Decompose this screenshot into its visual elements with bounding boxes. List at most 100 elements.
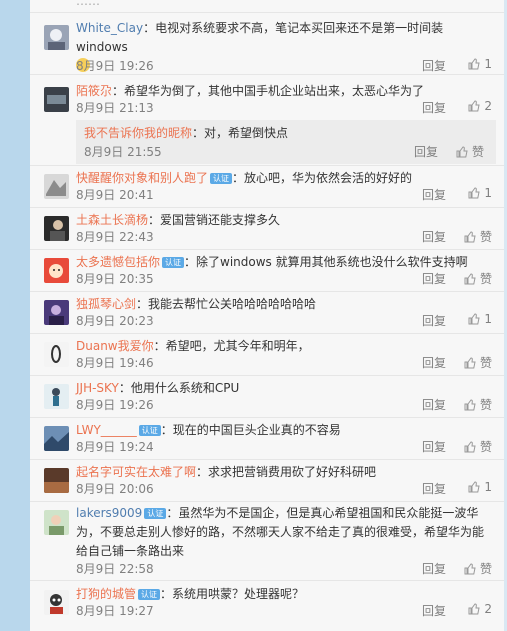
verified-badge: 认证: [138, 589, 161, 600]
comment-item: lakers9009 认证 ：虽然华为不是国企，但是真心希望祖国和民众能挺一波华为，…: [30, 501, 504, 581]
comment-text: ：希望华为倒了，其他中国手机企业站出来，太恶心华为了: [112, 84, 425, 98]
thumb-up-icon: [456, 146, 468, 158]
comment-meta: 8月9日 19:27 回复 2: [76, 602, 492, 620]
like-button[interactable]: 1: [456, 480, 492, 494]
comment-item: 独孤琴心剑：我能去帮忙公关哈哈哈哈哈哈哈 8月9日 20:23 回复 1: [30, 291, 504, 334]
like-button[interactable]: 1: [456, 57, 492, 71]
comment-meta: 8月9日 19:46 回复 赞: [76, 354, 492, 372]
reply-button[interactable]: 回复: [422, 396, 446, 413]
thumb-up-icon: [464, 357, 476, 369]
avatar[interactable]: [44, 468, 69, 493]
username[interactable]: Duanw我爱你: [76, 339, 154, 353]
like-button[interactable]: 赞: [456, 438, 492, 455]
username[interactable]: 起名字可实在太难了啊: [76, 465, 196, 479]
avatar[interactable]: [44, 510, 69, 535]
avatar[interactable]: [44, 216, 69, 241]
avatar[interactable]: [44, 342, 69, 367]
reply-button[interactable]: 回复: [422, 270, 446, 287]
comment-text: ：对，希望倒快点: [192, 126, 289, 140]
username[interactable]: 太多遗憾包括你: [76, 255, 160, 269]
timestamp: 8月9日 20:06: [76, 482, 154, 496]
comment-text: ：希望吧，尤其今年和明年，: [153, 339, 310, 353]
thumb-up-icon: [468, 481, 480, 493]
like-button[interactable]: 1: [456, 312, 492, 326]
like-button[interactable]: 赞: [456, 354, 492, 371]
like-button[interactable]: 赞: [448, 143, 484, 160]
username[interactable]: lakers9009: [76, 506, 142, 520]
prev-meta: ……: [76, 0, 100, 8]
like-button[interactable]: 赞: [456, 396, 492, 413]
username[interactable]: JJH-SKY: [76, 381, 119, 395]
reply-button[interactable]: 回复: [414, 143, 438, 160]
timestamp: 8月9日 20:41: [76, 188, 154, 202]
verified-badge: 认证: [210, 173, 233, 184]
reply-button[interactable]: 回复: [422, 354, 446, 371]
avatar[interactable]: [44, 426, 69, 451]
comment-item: 打狗的城管 认证 ：系统用哄蒙？处理器呢？ 8月9日 19:27 回复 2: [30, 580, 504, 631]
comment-item: 快醒醒你对象和别人跑了 认证 ：放心吧，华为依然会活的好好的 8月9日 20:41 …: [30, 165, 504, 208]
comment-text: ：他用什么系统和CPU: [118, 381, 240, 395]
comment-meta: 8月9日 20:06 回复 1: [76, 480, 492, 498]
comment-meta: 8月9日 22:58 回复 赞: [76, 560, 492, 578]
username[interactable]: 陌筱尕: [76, 84, 112, 98]
comment-meta: 8月9日 19:26 回复 赞: [76, 396, 492, 414]
comment-text: ：爱国营销还能支撑多久: [148, 213, 281, 227]
username[interactable]: 我不告诉你我的昵称: [84, 126, 192, 140]
avatar[interactable]: [44, 300, 69, 325]
timestamp: 8月9日 19:26: [76, 398, 154, 412]
thumb-up-icon: [468, 187, 480, 199]
username[interactable]: 土森土长滴杨: [76, 213, 148, 227]
like-button[interactable]: 2: [456, 602, 492, 616]
thumb-up-icon: [468, 313, 480, 325]
verified-badge: 认证: [138, 425, 161, 436]
like-button[interactable]: 1: [456, 186, 492, 200]
reply-button[interactable]: 回复: [422, 602, 446, 619]
avatar[interactable]: [44, 87, 69, 112]
comment-meta: 8月9日 20:41 回复 1: [76, 186, 492, 204]
avatar[interactable]: [44, 384, 69, 409]
username[interactable]: LWY______: [76, 423, 137, 437]
comment-item: White_Clay：电视对系统要求不高，笔记本买回来还不是第一时间装windo…: [30, 12, 504, 75]
nested-reply: 我不告诉你我的昵称：对，希望倒快点 8月9日 21:55 回复 赞: [76, 120, 496, 164]
comment-item: JJH-SKY：他用什么系统和CPU 8月9日 19:26 回复 赞: [30, 375, 504, 418]
comment-text: ：我能去帮忙公关哈哈哈哈哈哈哈: [136, 297, 317, 311]
comment-text: ：放心吧，华为依然会活的好好的: [232, 171, 413, 185]
avatar[interactable]: [44, 258, 69, 283]
reply-button[interactable]: 回复: [422, 99, 446, 116]
thumb-up-icon: [468, 100, 480, 112]
reply-button[interactable]: 回复: [422, 186, 446, 203]
reply-button[interactable]: 回复: [422, 560, 446, 577]
username[interactable]: 独孤琴心剑: [76, 297, 136, 311]
verified-badge: 认证: [162, 257, 185, 268]
timestamp: 8月9日 19:46: [76, 356, 154, 370]
comment-meta: 8月9日 20:23 回复 1: [76, 312, 492, 330]
reply-button[interactable]: 回复: [422, 480, 446, 497]
timestamp: 8月9日 19:24: [76, 440, 154, 454]
like-button[interactable]: 2: [456, 99, 492, 113]
comment-item: 太多遗憾包括你 认证 ：除了windows 就算用其他系统也没什么软件支持啊 8月9…: [30, 249, 504, 292]
avatar[interactable]: [44, 174, 69, 199]
username[interactable]: 打狗的城管: [76, 587, 136, 601]
comment-item: 土森土长滴杨：爱国营销还能支撑多久 8月9日 22:43 回复 赞: [30, 207, 504, 250]
timestamp: 8月9日 22:58: [76, 562, 154, 576]
username[interactable]: White_Clay: [76, 21, 143, 35]
thumb-up-icon: [468, 58, 480, 70]
avatar[interactable]: [44, 590, 69, 615]
avatar[interactable]: [44, 25, 69, 50]
thumb-up-icon: [464, 399, 476, 411]
like-button[interactable]: 赞: [456, 270, 492, 287]
reply-button[interactable]: 回复: [422, 312, 446, 329]
comment-meta: 8月9日 21:13 回复 2: [76, 99, 492, 117]
reply-button[interactable]: 回复: [422, 438, 446, 455]
like-button[interactable]: 赞: [456, 560, 492, 577]
username[interactable]: 快醒醒你对象和别人跑了: [76, 171, 208, 185]
comment-text: ：系统用哄蒙？处理器呢？: [160, 587, 305, 601]
timestamp: 8月9日 20:23: [76, 314, 154, 328]
thumb-up-icon: [464, 563, 476, 575]
comment-item: LWY______ 认证 ：现在的中国巨头企业真的不容易 8月9日 19:24 回复…: [30, 417, 504, 460]
reply-button[interactable]: 回复: [422, 228, 446, 245]
reply-button[interactable]: 回复: [422, 57, 446, 74]
timestamp: 8月9日 22:43: [76, 230, 154, 244]
like-button[interactable]: 赞: [456, 228, 492, 245]
thumb-up-icon: [464, 441, 476, 453]
